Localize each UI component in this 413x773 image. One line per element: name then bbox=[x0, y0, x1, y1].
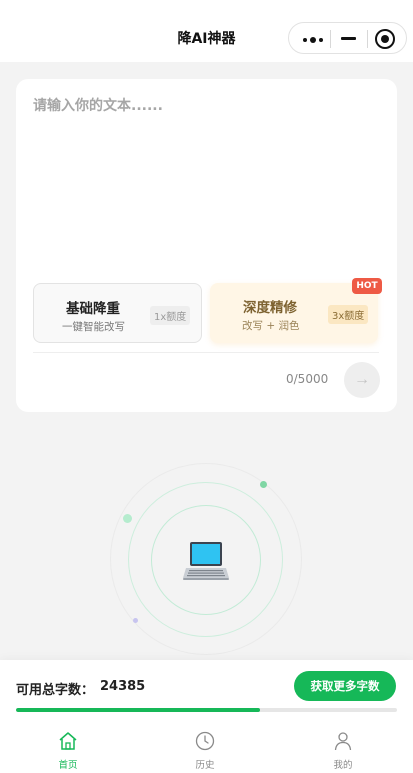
laptop-illustration bbox=[0, 460, 413, 660]
quota-value: 24385 bbox=[100, 679, 146, 694]
quota-progress-bar bbox=[16, 708, 397, 712]
mode-deep-description: 改写 + 润色 bbox=[242, 320, 300, 332]
decor-dot bbox=[123, 514, 132, 523]
tab-mine[interactable]: 我的 bbox=[313, 730, 373, 772]
mini-program-capsule bbox=[288, 22, 407, 54]
card-divider bbox=[33, 352, 379, 353]
top-bar: 降AI神器 bbox=[0, 0, 413, 62]
quota-label: 可用总字数： bbox=[16, 683, 95, 698]
mode-basic-option[interactable]: 基础降重 一键智能改写 1x额度 bbox=[33, 283, 202, 343]
decor-dot bbox=[260, 481, 267, 488]
mode-deep-quota-badge: 3x额度 bbox=[328, 305, 369, 324]
mode-basic-description: 一键智能改写 bbox=[62, 321, 125, 333]
arrow-right-icon: → bbox=[354, 371, 370, 388]
tab-home[interactable]: 首页 bbox=[38, 730, 98, 772]
laptop-icon bbox=[183, 542, 229, 580]
get-more-words-button[interactable]: 获取更多字数 bbox=[294, 671, 396, 701]
minimize-icon[interactable] bbox=[341, 37, 356, 40]
tab-home-label: 首页 bbox=[58, 760, 78, 771]
tab-history-label: 历史 bbox=[195, 760, 215, 771]
quota-progress-fill bbox=[16, 708, 260, 712]
submit-button[interactable]: → bbox=[344, 362, 380, 398]
tab-mine-label: 我的 bbox=[333, 760, 353, 771]
mode-deep-name: 深度精修 bbox=[243, 300, 297, 316]
input-card: 基础降重 一键智能改写 1x额度 深度精修 改写 + 润色 3x额度 HOT 0… bbox=[16, 79, 397, 412]
clock-icon bbox=[195, 731, 215, 751]
capsule-divider bbox=[367, 30, 368, 48]
hot-badge: HOT bbox=[352, 278, 382, 294]
character-counter: 0/5000 bbox=[286, 372, 329, 386]
mode-basic-quota-badge: 1x额度 bbox=[150, 306, 191, 325]
text-input[interactable] bbox=[33, 95, 379, 275]
more-icon[interactable] bbox=[303, 37, 323, 43]
close-target-icon[interactable] bbox=[375, 29, 395, 49]
home-icon bbox=[59, 732, 77, 750]
mode-basic-name: 基础降重 bbox=[66, 301, 120, 317]
quota-panel: 可用总字数： 24385 获取更多字数 bbox=[0, 660, 413, 719]
user-icon bbox=[334, 732, 352, 751]
decor-dot bbox=[133, 618, 138, 623]
tab-history[interactable]: 历史 bbox=[175, 730, 235, 772]
tab-bar: 首页 历史 我的 bbox=[0, 719, 413, 773]
capsule-divider bbox=[330, 30, 331, 48]
